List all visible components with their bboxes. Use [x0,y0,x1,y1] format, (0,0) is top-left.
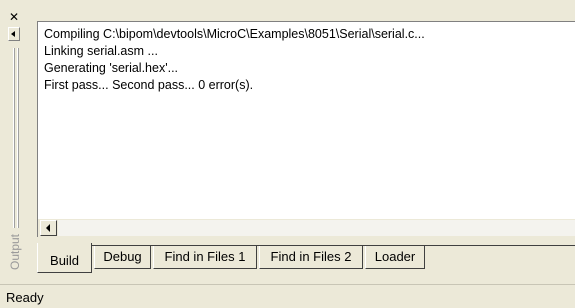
pane-gripper[interactable]: ✕ Output [0,0,32,284]
status-text: Ready [6,290,44,305]
tab-build[interactable]: Build [37,243,92,273]
restore-icon[interactable] [8,27,20,41]
tab-loader[interactable]: Loader [365,246,425,269]
output-pane: ✕ Output Compiling C:\bipom\devtools\Mic… [0,0,575,284]
scroll-left-arrow-icon[interactable] [40,220,57,236]
gripper-line [18,48,19,228]
build-log[interactable]: Compiling C:\bipom\devtools\MicroC\Examp… [37,21,575,219]
tab-find-in-files-2[interactable]: Find in Files 2 [259,246,363,269]
output-tabs: Build Debug Find in Files 1 Find in File… [37,241,575,275]
close-icon[interactable]: ✕ [8,11,20,23]
log-line: Generating 'serial.hex'... [44,61,179,75]
log-line: First pass... Second pass... 0 error(s). [44,78,254,92]
log-line: Compiling C:\bipom\devtools\MicroC\Examp… [44,27,425,41]
status-bar: Ready [0,284,575,308]
tab-debug[interactable]: Debug [94,246,151,269]
gripper-line [14,48,15,228]
horizontal-scrollbar[interactable] [37,219,575,237]
output-pane-title-text: Output [8,233,22,271]
output-pane-title: Output [2,225,28,281]
scrollbar-track[interactable] [58,220,575,236]
tab-find-in-files-1[interactable]: Find in Files 1 [153,246,257,269]
log-line: Linking serial.asm ... [44,44,158,58]
